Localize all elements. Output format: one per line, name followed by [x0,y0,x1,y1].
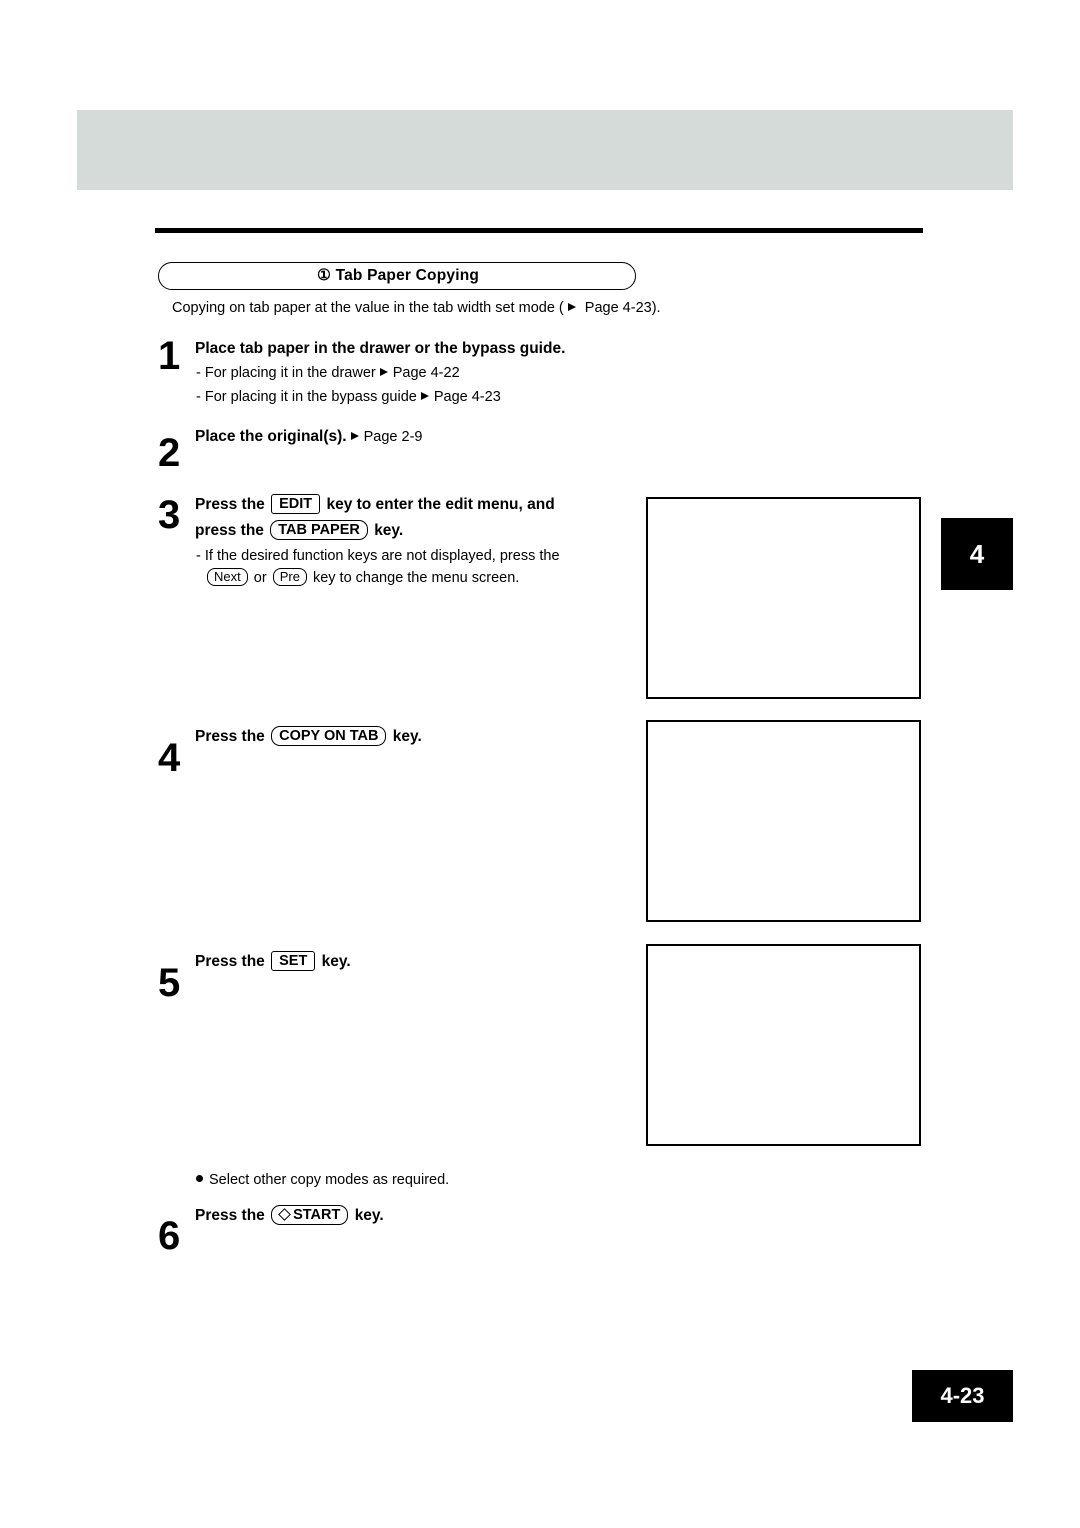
arrow-icon [350,432,359,440]
intro-before: Copying on tab paper at the value in the… [172,300,564,316]
key-start[interactable]: START [271,1205,349,1225]
step-number-1: 1 [158,334,181,378]
step-title-5: Press the SET key. [195,951,351,971]
key-edit[interactable]: EDIT [271,494,321,514]
step-1-sub-2: - For placing it in the bypass guide Page… [196,389,501,405]
step-3-line2-a: press the [195,522,264,539]
step-3-line1-a: Press the [195,496,265,513]
step-3-note-text-2: key to change the menu screen. [312,570,520,586]
step-6-b: key. [354,1207,384,1224]
step-1-sub-2-text: - For placing it in the bypass guide [196,389,417,405]
key-tab-paper[interactable]: TAB PAPER [270,520,368,540]
step-1-sub-2-page: Page 4-23 [433,389,501,405]
step-6-a: Press the [195,1207,265,1224]
step-1-sub-1: - For placing it in the drawer Page 4-22 [196,365,460,381]
bullet-note-text: Select other copy modes as required. [209,1172,450,1188]
key-next[interactable]: Next [207,568,248,586]
step-title-1: Place tab paper in the drawer or the byp… [195,340,566,357]
step-title-4: Press the COPY ON TAB key. [195,726,422,746]
start-diamond-icon [279,1209,290,1220]
section-title-capsule: ① Tab Paper Copying [158,262,636,290]
step-4-a: Press the [195,728,265,745]
header-rule [155,228,923,233]
step-3-line1-b: key to enter the edit menu, and [326,496,555,513]
chapter-tab-number: 4 [969,539,985,569]
key-start-label: START [293,1207,341,1223]
step-2-page-ref: Page 2-9 [363,429,423,445]
step-1-sub-1-page: Page 4-22 [392,365,460,381]
step-3-note-line1: - If the desired function keys are not d… [196,548,560,564]
bullet-icon [196,1175,203,1182]
arrow-icon [379,368,388,376]
step-number-5: 5 [158,961,181,1005]
arrow-icon [420,392,429,400]
arrow-icon [567,303,576,311]
page-number-box: 4-23 [912,1370,1013,1422]
section-title-text: Tab Paper Copying [335,267,480,284]
chapter-tab: 4 [941,518,1013,590]
manual-page: ① Tab Paper Copying Copying on tab paper… [0,0,1080,1528]
step-1-sub-1-text: - For placing it in the drawer [196,365,376,381]
step-3-line2-b: key. [374,522,404,539]
header-band [77,110,1013,190]
step-5-b: key. [321,953,351,970]
intro-text: Copying on tab paper at the value in the… [172,300,661,316]
section-title: ① Tab Paper Copying [159,263,637,288]
screen-illustration-1 [646,497,921,699]
step-3-note-or: or [253,570,267,586]
step-2-title-text: Place the original(s). [195,428,347,445]
step-title-6: Press the START key. [195,1205,384,1225]
step-3-note-text-1: - If the desired function keys are not d… [196,548,560,564]
step-number-4: 4 [158,736,181,780]
key-copy-on-tab[interactable]: COPY ON TAB [271,726,387,746]
step-title-2: Place the original(s). Page 2-9 [195,428,422,446]
step-title-3-line1: Press the EDIT key to enter the edit men… [195,494,555,514]
step-3-note-line2: Next or Pre key to change the menu scree… [205,568,519,586]
key-pre[interactable]: Pre [272,568,307,586]
step-number-6: 6 [158,1214,181,1258]
key-set[interactable]: SET [271,951,316,971]
bullet-note: Select other copy modes as required. [196,1172,449,1188]
intro-after: Page 4-23). [580,300,661,316]
step-title-3-line2: press the TAB PAPER key. [195,520,403,540]
screen-illustration-3 [646,944,921,1146]
step-4-b: key. [392,728,422,745]
step-5-a: Press the [195,953,265,970]
step-number-3: 3 [158,493,181,537]
page-number: 4-23 [940,1383,985,1408]
step-number-2: 2 [158,431,181,475]
section-marker: ① [316,267,332,284]
screen-illustration-2 [646,720,921,922]
